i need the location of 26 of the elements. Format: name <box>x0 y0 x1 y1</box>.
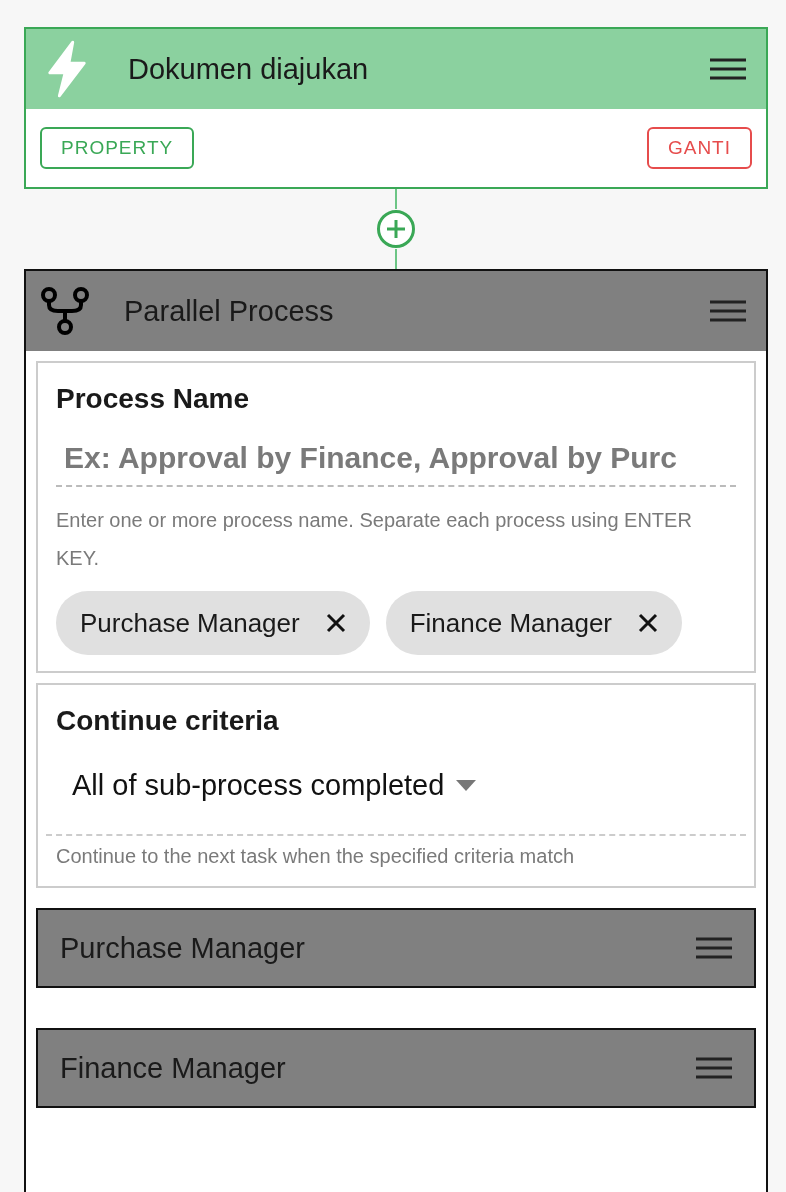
change-button[interactable]: GANTI <box>646 127 752 169</box>
subprocess-header[interactable]: Finance Manager <box>36 1028 756 1108</box>
caret-icon <box>456 779 477 792</box>
menu-icon[interactable] <box>710 300 746 322</box>
criteria-dropdown[interactable]: All of sub-process completed <box>72 769 477 802</box>
subprocess-header[interactable]: Purchase Manager <box>36 908 756 988</box>
close-icon <box>638 613 659 633</box>
subprocess-title: Finance Manager <box>60 1051 286 1085</box>
remove-button[interactable] <box>325 613 346 633</box>
help-text: Enter one or more process name. Separate each process using ENTER KEY. <box>56 508 693 571</box>
card-title: Parallel Process <box>124 294 335 328</box>
add-icon[interactable] <box>376 209 416 249</box>
close-icon <box>325 613 346 633</box>
property-button[interactable]: PROPERTY <box>40 127 195 169</box>
branch-icon <box>40 286 90 336</box>
card-title: Dokumen diajukan <box>128 52 370 86</box>
menu-icon[interactable] <box>696 1057 732 1079</box>
section-label: Process Name <box>56 383 250 415</box>
section-label: Continue criteria <box>56 705 280 737</box>
remove-button[interactable] <box>638 613 659 633</box>
subprocess-title: Purchase Manager <box>60 931 306 965</box>
menu-icon[interactable] <box>696 937 732 959</box>
menu-icon[interactable] <box>710 58 746 80</box>
help-text: Continue to the next task when the specified criteria match <box>56 844 576 869</box>
chip-label: Finance Manager <box>409 607 613 639</box>
chip-label: Purchase Manager <box>80 607 300 639</box>
